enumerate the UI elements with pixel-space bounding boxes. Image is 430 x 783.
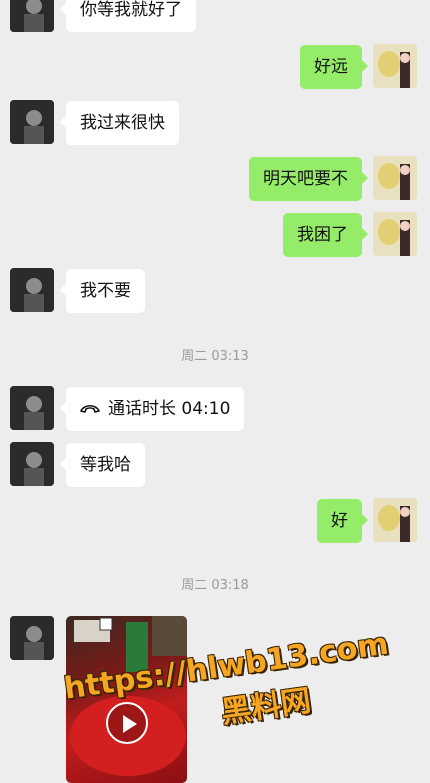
my-avatar[interactable] — [373, 498, 417, 542]
my-avatar[interactable] — [373, 212, 417, 256]
contact-avatar[interactable] — [10, 268, 54, 312]
watermark-site-name: 黑料网 — [219, 683, 314, 731]
my-avatar[interactable] — [373, 156, 417, 200]
contact-avatar[interactable] — [10, 442, 54, 486]
contact-avatar[interactable] — [10, 386, 54, 430]
message-bubble[interactable]: 我困了 — [283, 213, 368, 257]
phone-icon — [80, 387, 100, 431]
timestamp: 周二 03:18 — [181, 578, 249, 593]
message-bubble[interactable]: 你等我就好了 — [60, 0, 196, 32]
timestamp: 周二 03:13 — [181, 349, 249, 364]
message-bubble[interactable]: 我不要 — [60, 269, 145, 313]
message-bubble[interactable]: 我过来很快 — [60, 101, 179, 145]
call-record-bubble[interactable]: 通话时长 04:10 — [59, 387, 245, 431]
my-avatar[interactable] — [373, 44, 417, 88]
message-bubble[interactable]: 好远 — [300, 45, 368, 89]
message-bubble[interactable]: 好 — [317, 499, 368, 543]
contact-avatar[interactable] — [10, 0, 54, 32]
contact-avatar[interactable] — [10, 100, 54, 144]
contact-avatar[interactable] — [10, 616, 54, 660]
play-icon[interactable] — [106, 702, 148, 744]
message-bubble[interactable]: 明天吧要不 — [249, 157, 368, 201]
call-duration-label: 通话时长 04:10 — [108, 399, 231, 419]
message-bubble[interactable]: 等我哈 — [60, 443, 145, 487]
